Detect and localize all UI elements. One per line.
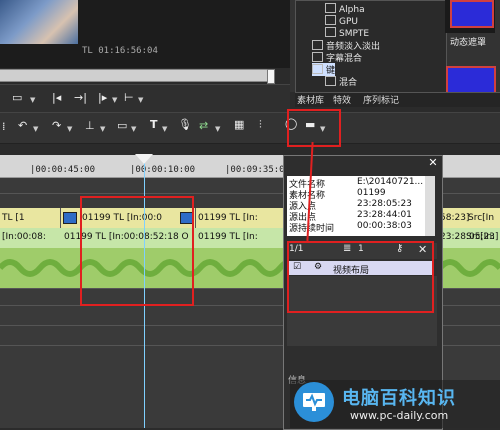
clip-icon[interactable]: ▭ (117, 119, 127, 132)
folder-icon (325, 27, 336, 37)
highlight-box (80, 196, 194, 306)
tab-bin[interactable]: 素材库 (297, 93, 324, 106)
highlight-box (287, 241, 434, 313)
preview-toolbar (0, 84, 290, 113)
tree-item-alpha[interactable]: Alpha (325, 3, 365, 15)
folder-icon (312, 64, 323, 74)
folder-icon (312, 52, 323, 62)
highlight-box (287, 109, 341, 147)
monitor-logo-icon (294, 382, 334, 422)
logo-graphic (303, 393, 325, 411)
ruler-tick: |00:00:45:00 (30, 165, 96, 175)
scrub-handle[interactable] (267, 69, 275, 84)
mark-out-icon[interactable]: →| (74, 91, 87, 104)
preview-timecode: TL 01:16:56:04 (82, 46, 158, 56)
info-value: 23:28:05:23 (357, 199, 412, 209)
trim-icon[interactable]: ⊢ (124, 91, 134, 104)
watermark-url: www.pc-daily.com (350, 409, 449, 422)
tab-effects[interactable]: 特效 (333, 93, 351, 106)
folder-icon (312, 40, 323, 50)
info-scrollbar[interactable] (425, 176, 435, 236)
transition-icon[interactable]: ⇄ (199, 119, 208, 132)
tree-item-blend[interactable]: 混合 (325, 75, 357, 88)
info-value: 23:28:44:01 (357, 210, 412, 220)
grid-icon[interactable]: ▦ (234, 118, 244, 131)
watermark-title: 电脑百科知识 (342, 388, 456, 409)
mixer-icon[interactable]: ⫶ (259, 118, 262, 132)
folder-icon (325, 15, 336, 25)
info-value: 01199 (357, 188, 386, 198)
timeline-toolbar (0, 112, 500, 144)
effect-thumb-label: 动态遮罩 (450, 38, 487, 48)
video-clip[interactable]: Src[In (468, 213, 494, 223)
video-clip[interactable]: TL [1 (2, 213, 25, 223)
clip-thumbnail (63, 212, 77, 224)
chevron-down-icon[interactable]: ▼ (100, 125, 105, 133)
playhead-marker[interactable] (135, 154, 153, 164)
ruler-tick: |00:09:35:00 (225, 165, 291, 175)
audio-clip[interactable]: 01199 TL [In: (198, 232, 258, 242)
chevron-down-icon[interactable]: ▼ (33, 125, 38, 133)
audio-clip[interactable]: [In:00:08: (2, 232, 46, 242)
mark-in-icon[interactable]: |◂ (52, 91, 61, 104)
folder-icon (325, 3, 336, 13)
monitor-icon[interactable]: ▭ (12, 91, 22, 104)
mic-icon[interactable]: 🎙 (178, 118, 192, 131)
video-clip[interactable]: 58:23] (440, 213, 469, 223)
info-value: 00:00:38:03 (357, 221, 412, 231)
folder-icon (325, 76, 336, 86)
video-clip[interactable]: 01199 TL [In: (198, 213, 258, 223)
chevron-down-icon[interactable]: ▼ (30, 96, 35, 104)
tree-item-gpu[interactable]: GPU (325, 15, 358, 27)
chevron-down-icon[interactable]: ▼ (67, 125, 72, 133)
info-value: E:\20140721... (357, 177, 424, 187)
toolbar-handle-icon: ⁞ (2, 120, 6, 133)
chevron-down-icon[interactable]: ▼ (138, 96, 143, 104)
ruler-tick: |00:00:10:00 (130, 165, 196, 175)
tab-sequence-markers[interactable]: 序列标记 (363, 93, 399, 106)
preview-scrub-bar[interactable] (0, 69, 273, 82)
close-icon[interactable]: ✕ (427, 157, 439, 169)
info-label: 源持续时间 (289, 224, 335, 234)
chevron-down-icon[interactable]: ▼ (112, 96, 117, 104)
video-preview (0, 0, 78, 44)
razor-icon[interactable]: ⊥ (85, 119, 95, 132)
text-icon[interactable]: T (150, 118, 158, 131)
audio-clip[interactable]: Src[In: (466, 232, 495, 242)
chevron-down-icon[interactable]: ▼ (131, 125, 136, 133)
undo-icon[interactable]: ↶ (18, 119, 27, 132)
tree-item-smpte[interactable]: SMPTE (325, 27, 369, 39)
split-icon[interactable]: |▸ (98, 91, 107, 104)
effect-thumbnail[interactable] (450, 0, 494, 28)
redo-icon[interactable]: ↷ (52, 119, 61, 132)
chevron-down-icon[interactable]: ▼ (215, 125, 220, 133)
chevron-down-icon[interactable]: ▼ (162, 125, 167, 133)
